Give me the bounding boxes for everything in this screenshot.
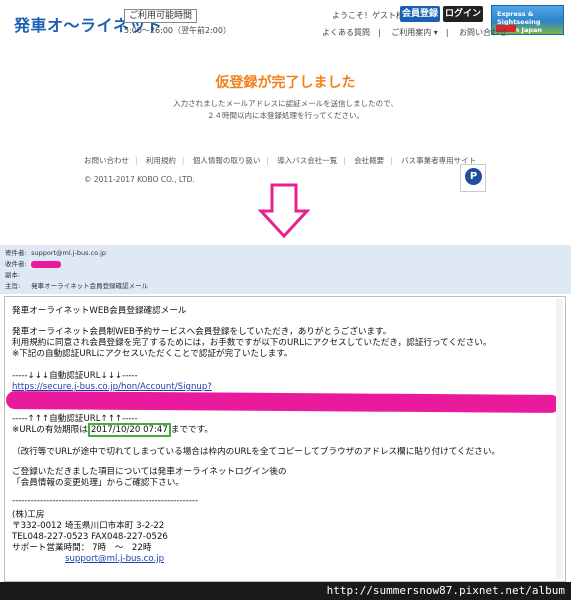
redacted-url xyxy=(5,391,561,413)
mail-line-registered-items: ご登録いただきました項目については発車オーライネットログイン後の xyxy=(12,467,287,477)
expiry-line: ※URLの有効期限は 2017/10/20 07:47 までです。 xyxy=(12,423,213,437)
footer-link-privacy[interactable]: 個人情報の取り扱い xyxy=(193,156,261,165)
email-scrollbar[interactable] xyxy=(556,299,563,579)
subnav-separator: | xyxy=(445,28,449,37)
page-description: 入力されましたメールアドレスに認証メールを送信しましたので、 ２４時間以内に本登… xyxy=(0,98,571,122)
mail-title: 発車オーライネットWEB会員登録確認メール xyxy=(12,306,187,316)
privacy-mark-letter: P xyxy=(465,168,482,185)
footer-separator: | xyxy=(390,156,393,165)
subject-label: 主旨: xyxy=(5,282,21,290)
register-button[interactable]: 会員登録 xyxy=(400,6,440,22)
expiry-datetime: 2017/10/20 07:47 xyxy=(87,423,171,437)
mail-line-note: ※下記の自動認証URLにアクセスいただくことで認証が完了いたします。 xyxy=(12,349,293,359)
expiry-suffix: までです。 xyxy=(170,425,213,435)
footer-link-bus-companies[interactable]: 導入バス会社一覧 xyxy=(277,156,337,165)
desc-line2: ２４時間以内に本登録処理を行ってください。 xyxy=(207,111,364,120)
to-row: 收件者: xyxy=(5,259,62,269)
support-email-link[interactable]: support@ml.j-bus.co.jp xyxy=(65,554,164,565)
footer-separator: | xyxy=(266,156,269,165)
email-body: 発車オーライネットWEB会員登録確認メール 発車オーライネット会員制WEB予約サ… xyxy=(4,296,566,582)
subnav-guide[interactable]: ご利用案内 ▾ xyxy=(391,28,438,37)
footer-link-company[interactable]: 会社概要 xyxy=(354,156,384,165)
copyright: © 2011-2017 KOBO CO., LTD. xyxy=(84,175,195,184)
from-row: 寄件者: support@ml.j-bus.co.jp xyxy=(5,248,106,258)
desc-line1: 入力されましたメールアドレスに認証メールを送信しましたので、 xyxy=(173,99,398,108)
footer-link-contact[interactable]: お問い合わせ xyxy=(84,156,129,165)
cc-label: 副本: xyxy=(5,271,21,279)
footer-link-terms[interactable]: 利用規約 xyxy=(146,156,176,165)
to-label: 收件者: xyxy=(5,260,27,268)
welcome-text: ようこそ！ゲスト様 xyxy=(332,11,404,20)
mail-line-instructions: 利用規約に同意され会員登録を完了するためには，お手数ですが以下のURLにアクセス… xyxy=(12,338,492,348)
subnav-separator: | xyxy=(378,28,381,37)
page-title: 仮登録が完了しました xyxy=(215,75,356,91)
url-start-marker: -----↓↓↓自動認証URL↓↓↓----- xyxy=(12,371,138,381)
subnav-contact[interactable]: お問い合わせ xyxy=(459,28,507,37)
support-hours: サポート営業時間： 7時 ～ 22時 xyxy=(12,543,152,553)
cc-row: 副本: xyxy=(5,270,29,280)
down-arrow-icon xyxy=(258,183,310,239)
footer-separator: | xyxy=(343,156,346,165)
subject-value: 発車オーライネット会員登録確認メール xyxy=(31,282,149,290)
footer-separator: | xyxy=(181,156,185,165)
sub-navigation: よくある質問 | ご利用案内 ▾ | お問い合わせ xyxy=(322,27,515,38)
company-tel: TEL048-227-0523 FAX048-227-0526 xyxy=(12,532,168,542)
login-button[interactable]: ログイン xyxy=(443,6,483,22)
signature-divider: ----------------------------------------… xyxy=(12,496,199,506)
from-value[interactable]: support@ml.j-bus.co.jp xyxy=(31,249,106,257)
redacted-recipient xyxy=(31,260,62,268)
company-address: 〒332-0012 埼玉県川口市本町 3-2-22 xyxy=(12,521,165,531)
expiry-prefix: ※URLの有効期限は xyxy=(12,425,88,435)
mail-line-copy-note: （改行等でURLが途中で切れてしまっている場合は枠内のURLを全てコピーしてブラ… xyxy=(12,447,501,457)
company-name: (株)工房 xyxy=(12,510,45,520)
mail-line-change-process: 「会員情報の変更処理」からご確認下さい。 xyxy=(12,478,184,488)
watermark: http://summersnow87.pixnet.net/album xyxy=(0,582,571,600)
subnav-faq[interactable]: よくある質問 xyxy=(322,28,370,37)
hours-label: ご利用可能時間 xyxy=(124,9,198,23)
hours-text: 5:00～26:00（翌午前2:00） xyxy=(124,26,231,35)
subject-row: 主旨: 発車オーライネット会員登録確認メール xyxy=(5,281,148,291)
from-label: 寄件者: xyxy=(5,249,27,257)
banner-line1: Express & Sightseeing xyxy=(497,10,541,26)
website-panel: 発車オ～ライネット ご利用可能時間 5:00～26:00（翌午前2:00） よう… xyxy=(0,0,571,246)
mail-line-thanks: 発車オーライネット会員制WEB予約サービスへ会員登録をしていただき，ありがとうご… xyxy=(12,327,392,337)
privacy-mark-icon: P xyxy=(460,164,486,192)
footer-separator: | xyxy=(135,156,138,165)
support-email[interactable]: support@ml.j-bus.co.jp xyxy=(65,554,164,564)
email-header: 寄件者: support@ml.j-bus.co.jp 收件者: 副本: 主旨:… xyxy=(0,246,571,294)
footer-navigation: お問い合わせ | 利用規約 | 個人情報の取り扱い | 導入バス会社一覧 | 会社概要 |… xyxy=(84,155,482,166)
